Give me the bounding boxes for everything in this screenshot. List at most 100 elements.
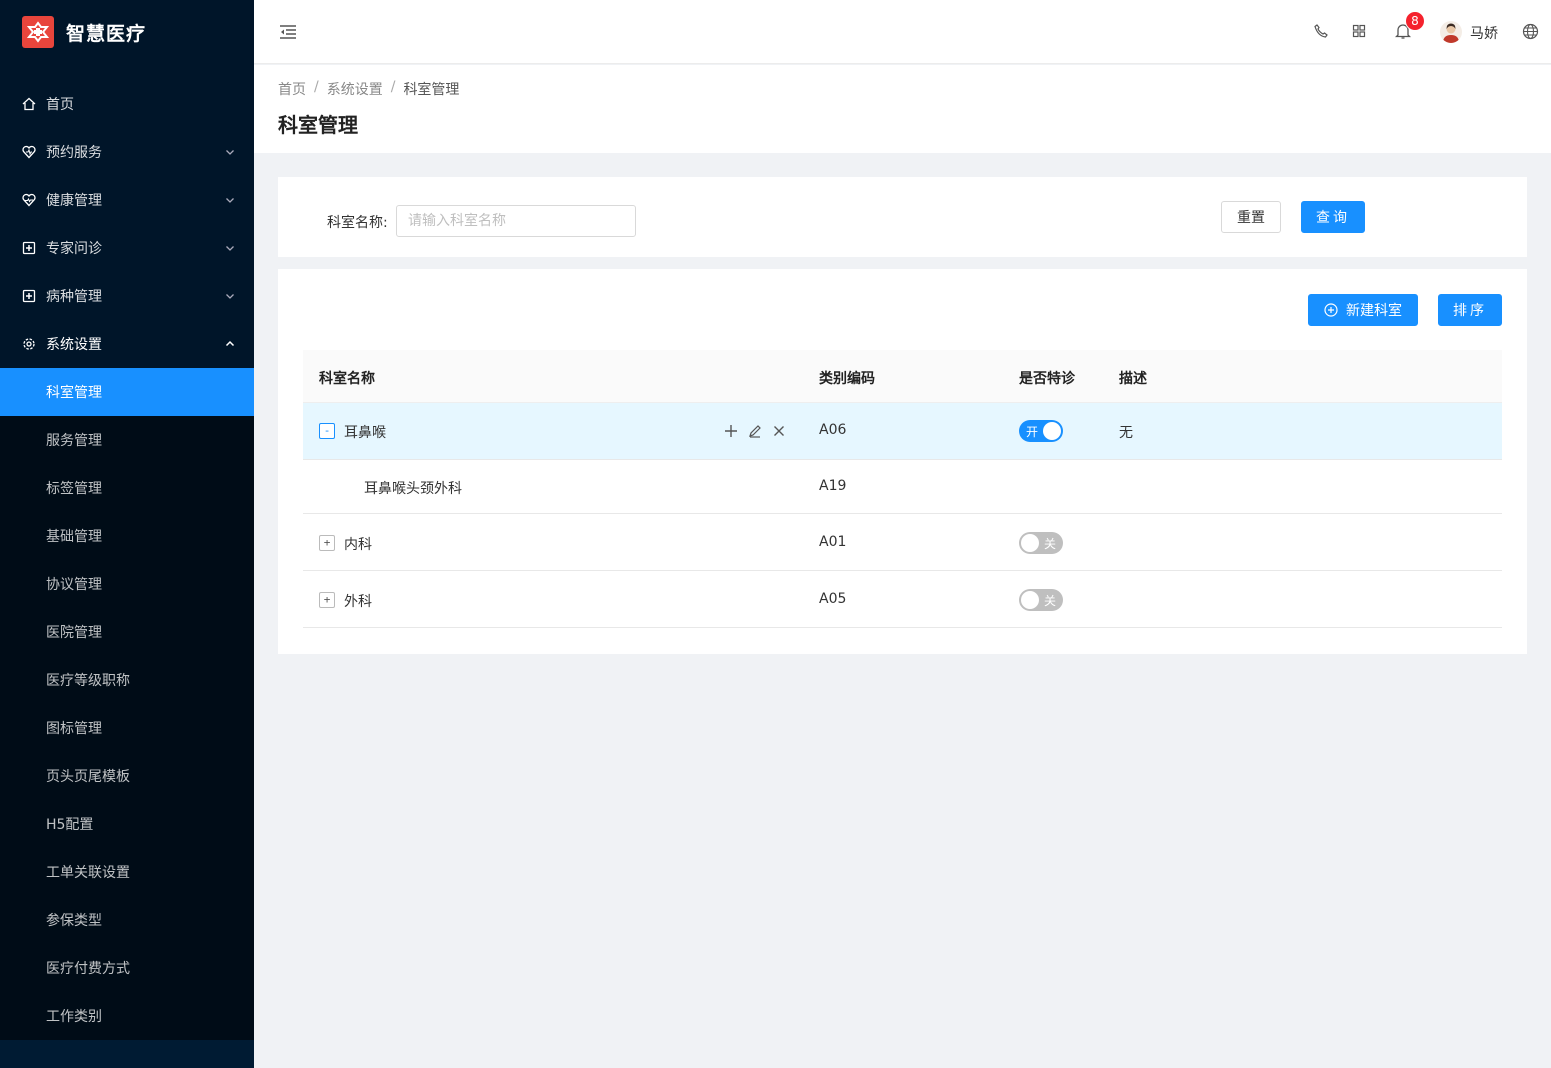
app-title: 智慧医疗 bbox=[66, 22, 147, 45]
sidebar-item-h5-config[interactable]: H5配置 bbox=[0, 800, 254, 848]
breadcrumb-separator: / bbox=[390, 79, 396, 95]
query-button[interactable]: 查询 bbox=[1301, 201, 1365, 233]
gear-icon bbox=[22, 337, 36, 351]
globe-icon[interactable] bbox=[1521, 22, 1539, 40]
sidebar-item-appointment[interactable]: 预约服务 bbox=[0, 128, 254, 176]
sidebar-item-label: 服务管理 bbox=[46, 433, 102, 449]
breadcrumb-separator: / bbox=[314, 79, 319, 95]
plus-square-icon bbox=[22, 241, 36, 255]
breadcrumb-item-current: 科室管理 bbox=[403, 82, 460, 98]
department-name: 外科 bbox=[344, 594, 372, 610]
collapse-row-icon[interactable]: - bbox=[319, 423, 335, 439]
sidebar-item-label: 工作类别 bbox=[46, 1009, 102, 1025]
username[interactable]: 马娇 bbox=[1470, 23, 1498, 43]
sidebar-item-label: H5配置 bbox=[46, 817, 94, 833]
breadcrumb-item-settings[interactable]: 系统设置 bbox=[327, 79, 383, 99]
sidebar-item-tag[interactable]: 标签管理 bbox=[0, 464, 254, 512]
edit-icon[interactable] bbox=[747, 423, 763, 439]
add-child-icon[interactable] bbox=[723, 423, 739, 439]
table-row[interactable]: - 耳鼻喉 A06 开 无 bbox=[303, 403, 1502, 460]
chevron-down-icon bbox=[224, 242, 236, 254]
sidebar-item-consultation[interactable]: 专家问诊 bbox=[0, 224, 254, 272]
sidebar-item-header-footer[interactable]: 页头页尾模板 bbox=[0, 752, 254, 800]
logo-icon bbox=[22, 16, 54, 48]
sidebar-item-department[interactable]: 科室管理 bbox=[0, 368, 254, 416]
sidebar-item-work-type[interactable]: 工作类别 bbox=[0, 992, 254, 1040]
sidebar-item-label: 首页 bbox=[46, 97, 74, 113]
sidebar-item-label: 页头页尾模板 bbox=[46, 769, 130, 785]
sidebar-menu: 首页 预约服务 健康管理 专家问诊 病种管理 系统设置 科室管理 服务管理 标签… bbox=[0, 80, 254, 1040]
table-row[interactable]: 耳鼻喉头颈外科 A19 bbox=[303, 460, 1502, 514]
sidebar-item-home[interactable]: 首页 bbox=[0, 80, 254, 128]
table-row[interactable]: + 内科 A01 关 bbox=[303, 514, 1502, 571]
avatar[interactable] bbox=[1440, 21, 1462, 43]
sidebar-item-settings[interactable]: 系统设置 bbox=[0, 320, 254, 368]
sidebar-item-label: 科室管理 bbox=[46, 385, 102, 401]
sidebar-item-hospital[interactable]: 医院管理 bbox=[0, 608, 254, 656]
table-row[interactable]: + 外科 A05 关 bbox=[303, 571, 1502, 628]
expand-row-icon[interactable]: + bbox=[319, 535, 335, 551]
sidebar-item-label: 图标管理 bbox=[46, 721, 102, 737]
column-header-name: 科室名称 bbox=[319, 371, 375, 387]
sidebar-item-basic[interactable]: 基础管理 bbox=[0, 512, 254, 560]
logo[interactable]: 智慧医疗 bbox=[0, 0, 254, 64]
column-header-special: 是否特诊 bbox=[1019, 371, 1075, 387]
category-code: A06 bbox=[819, 422, 847, 438]
sidebar-item-label: 预约服务 bbox=[46, 145, 102, 161]
sidebar-item-agreement[interactable]: 协议管理 bbox=[0, 560, 254, 608]
sidebar-item-payment[interactable]: 医疗付费方式 bbox=[0, 944, 254, 992]
department-name-input[interactable] bbox=[396, 205, 636, 237]
special-clinic-toggle[interactable]: 关 bbox=[1019, 589, 1063, 611]
sidebar-item-disease[interactable]: 病种管理 bbox=[0, 272, 254, 320]
description: 无 bbox=[1119, 425, 1133, 441]
sidebar-item-label: 系统设置 bbox=[46, 337, 102, 353]
sidebar-item-icon[interactable]: 图标管理 bbox=[0, 704, 254, 752]
toggle-label: 关 bbox=[1043, 594, 1056, 608]
sidebar-item-insurance[interactable]: 参保类型 bbox=[0, 896, 254, 944]
expand-row-icon[interactable]: + bbox=[319, 592, 335, 608]
breadcrumb: 首页 / 系统设置 / 科室管理 bbox=[278, 79, 459, 99]
department-name: 内科 bbox=[344, 537, 372, 553]
sidebar-item-label: 病种管理 bbox=[46, 289, 102, 305]
chevron-up-icon bbox=[224, 338, 236, 350]
reset-button[interactable]: 重置 bbox=[1221, 201, 1281, 233]
phone-icon[interactable] bbox=[1312, 22, 1330, 40]
top-header: 8 马娇 bbox=[254, 0, 1551, 64]
sidebar-item-title-level[interactable]: 医疗等级职称 bbox=[0, 656, 254, 704]
breadcrumb-item-home[interactable]: 首页 bbox=[278, 79, 306, 99]
sidebar-item-label: 工单关联设置 bbox=[46, 865, 130, 881]
delete-icon[interactable] bbox=[771, 423, 787, 439]
new-department-button[interactable]: 新建科室 bbox=[1308, 294, 1418, 326]
sidebar-item-label: 健康管理 bbox=[46, 193, 102, 209]
plus-square-icon bbox=[22, 289, 36, 303]
toggle-label: 开 bbox=[1026, 425, 1039, 439]
app-grid-icon[interactable] bbox=[1350, 22, 1368, 40]
sidebar-item-ticket-link[interactable]: 工单关联设置 bbox=[0, 848, 254, 896]
table-header: 科室名称 类别编码 是否特诊 描述 bbox=[303, 350, 1502, 403]
plus-circle-icon bbox=[1324, 303, 1338, 317]
department-table-panel: 新建科室 排序 科室名称 类别编码 是否特诊 描述 - 耳鼻喉 A06 开 无 bbox=[278, 269, 1527, 654]
column-header-desc: 描述 bbox=[1119, 371, 1147, 387]
department-name: 耳鼻喉 bbox=[344, 425, 386, 441]
settings-submenu: 科室管理 服务管理 标签管理 基础管理 协议管理 医院管理 医疗等级职称 图标管… bbox=[0, 368, 254, 1040]
sidebar-item-health[interactable]: 健康管理 bbox=[0, 176, 254, 224]
new-department-label: 新建科室 bbox=[1346, 303, 1402, 319]
sidebar-item-label: 参保类型 bbox=[46, 913, 102, 929]
toggle-label: 关 bbox=[1043, 537, 1056, 551]
category-code: A05 bbox=[819, 591, 847, 607]
sort-button[interactable]: 排序 bbox=[1438, 294, 1502, 326]
special-clinic-toggle[interactable]: 开 bbox=[1019, 420, 1063, 442]
page-header: 首页 / 系统设置 / 科室管理 科室管理 bbox=[254, 65, 1551, 153]
sidebar-item-label: 标签管理 bbox=[46, 481, 102, 497]
toggle-knob bbox=[1021, 534, 1039, 552]
chevron-down-icon bbox=[224, 290, 236, 302]
sidebar-item-service[interactable]: 服务管理 bbox=[0, 416, 254, 464]
column-header-code: 类别编码 bbox=[819, 371, 875, 387]
sidebar-item-label: 医疗付费方式 bbox=[46, 961, 130, 977]
special-clinic-toggle[interactable]: 关 bbox=[1019, 532, 1063, 554]
toggle-knob bbox=[1043, 422, 1061, 440]
menu-fold-icon[interactable] bbox=[278, 22, 298, 42]
sidebar-footer bbox=[0, 1040, 254, 1068]
sidebar-item-label: 协议管理 bbox=[46, 577, 102, 593]
sidebar: 智慧医疗 首页 预约服务 健康管理 专家问诊 病种管理 系统设置 科室管理 服务… bbox=[0, 0, 254, 1068]
